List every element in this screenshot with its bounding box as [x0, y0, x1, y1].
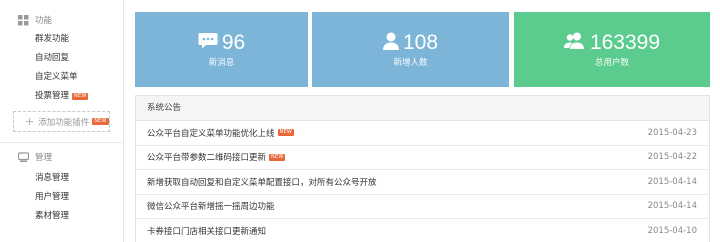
- notice-row[interactable]: 卡券接口门店相关接口更新通知 2015-04-10: [136, 219, 709, 242]
- section-manage-header: 管理: [0, 147, 123, 167]
- new-badge: NEW: [72, 93, 89, 100]
- sidebar-item-label: 消息管理: [35, 173, 70, 183]
- notice-row[interactable]: 公众平台带参数二维码接口更新 NEW 2015-04-22: [136, 146, 709, 170]
- add-plugin-button[interactable]: + 添加功能插件 NEW: [13, 111, 110, 132]
- notice-date: 2015-04-22: [647, 152, 697, 163]
- sidebar-item-label: 群发功能: [35, 34, 70, 44]
- notice-date: 2015-04-14: [647, 201, 697, 212]
- stat-value: 96: [221, 30, 246, 54]
- users-icon: [563, 32, 586, 52]
- stat-value: 108: [402, 30, 439, 54]
- section-features-label: 功能: [35, 16, 53, 26]
- sidebar-item-auto-reply[interactable]: 自动回复: [0, 49, 123, 68]
- sidebar-item-user-manage[interactable]: 用户管理: [0, 188, 123, 207]
- sidebar-item-label: 自定义菜单: [35, 72, 78, 82]
- sidebar-item-label: 素材管理: [35, 211, 70, 221]
- stat-card-total-users[interactable]: 163399 总用户数: [514, 12, 710, 87]
- notice-row[interactable]: 微信公众平台新增摇一摇周边功能 2015-04-14: [136, 195, 709, 219]
- notice-date: 2015-04-10: [647, 225, 697, 236]
- sidebar-item-label: 自动回复: [35, 53, 70, 63]
- add-plugin-label: 添加功能插件: [38, 117, 90, 128]
- sidebar: 功能 群发功能 自动回复 自定义菜单 投票管理 NEW + 添加功能插件 NEW…: [0, 0, 124, 242]
- stat-label: 新消息: [208, 57, 235, 68]
- notice-row[interactable]: 公众平台自定义菜单功能优化上线 NEW 2015-04-23: [136, 121, 709, 146]
- person-icon: [382, 32, 399, 53]
- plus-icon: +: [25, 115, 35, 128]
- sidebar-item-mass-send[interactable]: 群发功能: [0, 30, 123, 49]
- notice-title[interactable]: 卡券接口门店相关接口更新通知: [147, 225, 266, 237]
- notice-title[interactable]: 微信公众平台新增摇一摇周边功能: [147, 200, 275, 212]
- sidebar-item-material-manage[interactable]: 素材管理: [0, 207, 123, 226]
- sidebar-item-label: 投票管理: [35, 91, 70, 101]
- sidebar-item-label: 用户管理: [35, 192, 70, 202]
- new-badge: NEW: [92, 118, 109, 125]
- sidebar-item-message-manage[interactable]: 消息管理: [0, 169, 123, 188]
- monitor-icon: [17, 151, 30, 163]
- chat-bubble-icon: [198, 32, 218, 52]
- system-notices-panel: 系统公告 公众平台自定义菜单功能优化上线 NEW 2015-04-23 公众平台带…: [135, 95, 710, 242]
- grid-icon: [18, 14, 29, 26]
- sidebar-item-vote-manage[interactable]: 投票管理 NEW: [0, 87, 123, 106]
- sidebar-divider: [0, 142, 123, 143]
- new-badge: NEW: [277, 129, 294, 137]
- new-badge: NEW: [269, 153, 286, 161]
- stat-label: 新增人数: [393, 57, 428, 68]
- section-features-header: 功能: [0, 10, 123, 30]
- notice-title[interactable]: 公众平台带参数二维码接口更新: [147, 151, 266, 163]
- notice-title[interactable]: 新增获取自动回复和自定义菜单配置接口，对所有公众号开放: [147, 176, 377, 188]
- stat-card-new-messages[interactable]: 96 新消息: [135, 12, 308, 87]
- notice-date: 2015-04-23: [647, 127, 697, 138]
- sidebar-item-custom-menu[interactable]: 自定义菜单: [0, 68, 123, 87]
- notice-date: 2015-04-14: [647, 176, 697, 187]
- notice-title[interactable]: 公众平台自定义菜单功能优化上线: [147, 127, 275, 139]
- stat-value: 163399: [589, 30, 661, 54]
- notice-row[interactable]: 新增获取自动回复和自定义菜单配置接口，对所有公众号开放 2015-04-14: [136, 170, 709, 195]
- panel-title: 系统公告: [136, 96, 709, 121]
- stat-label: 总用户数: [594, 57, 629, 68]
- stat-card-new-users[interactable]: 108 新增人数: [312, 12, 509, 87]
- section-manage-label: 管理: [35, 153, 53, 163]
